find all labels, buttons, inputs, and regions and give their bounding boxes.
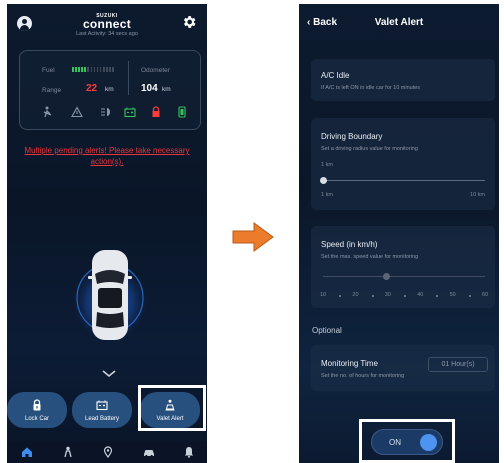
boundary-max-label: 10 km	[470, 192, 485, 198]
speed-tick-label: 40	[417, 292, 424, 298]
speed-tick-dot	[468, 295, 471, 297]
driving-boundary-title: Driving Boundary	[321, 132, 383, 141]
warning-triangle-icon	[71, 106, 83, 118]
car-illustration	[70, 250, 150, 340]
home-icon[interactable]	[21, 446, 33, 458]
lead-battery-button[interactable]: Lead Battery	[72, 392, 132, 428]
speed-tick-label: 10	[320, 292, 327, 298]
vehicle-status-card: Fuel Range 22 km Odometer 104 km	[19, 50, 201, 130]
ac-idle-card[interactable]: A/C Idle If A/C is left ON in idle car f…	[311, 59, 495, 101]
speed-tick-dot	[339, 295, 342, 297]
fuel-bar-segment	[99, 67, 102, 72]
speed-card: Speed (in km/h) Set the max. speed value…	[311, 226, 495, 308]
fuel-bar-segment	[90, 67, 93, 72]
fuel-bar-segment	[106, 67, 108, 72]
range-value: 22	[86, 83, 98, 94]
transition-arrow-icon	[232, 222, 274, 252]
speed-title: Speed (in km/h)	[321, 240, 378, 249]
fuel-pump-icon	[178, 106, 186, 118]
seatbelt-icon	[43, 106, 52, 118]
fuel-bar-segment	[96, 67, 99, 72]
fuel-bar-segment	[93, 67, 96, 72]
location-pin-icon[interactable]	[102, 446, 114, 458]
driving-boundary-card: Driving Boundary Set a driving radius va…	[311, 118, 495, 210]
valet-alert-screen: ‹ Back Valet Alert A/C Idle If A/C is le…	[299, 4, 499, 463]
valet-alert-highlight	[138, 385, 206, 431]
fuel-bar-segment	[72, 67, 74, 72]
headlight-icon	[101, 108, 110, 116]
page-title: Valet Alert	[374, 17, 424, 28]
monitoring-time-desc: Set the no. of hours for monitoring	[321, 373, 405, 379]
toggle-highlight	[359, 419, 455, 463]
speed-tick-label: 50	[449, 292, 456, 298]
fuel-bar-segment	[87, 67, 90, 72]
speed-slider-knob[interactable]	[383, 273, 390, 280]
battery-icon	[96, 400, 108, 411]
lock-car-button[interactable]: Lock Car	[7, 392, 67, 428]
speed-desc: Set the max. speed value for monitoring	[321, 254, 419, 260]
driving-boundary-desc: Set a driving radius value for monitorin…	[321, 146, 418, 152]
optional-section-label: Optional	[312, 326, 342, 335]
pending-alerts-message[interactable]: Multiple pending alerts! Please take nec…	[17, 145, 197, 167]
ac-idle-title: A/C Idle	[321, 71, 350, 80]
speed-tick-dot	[436, 295, 439, 297]
brand-logo: connect	[82, 17, 132, 31]
fuel-bar-segment	[78, 67, 80, 72]
boundary-current-value: 1 km	[321, 162, 333, 168]
fuel-bar-segment	[81, 67, 83, 72]
fuel-label: Fuel	[42, 67, 55, 74]
odometer-unit: km	[162, 86, 171, 93]
boundary-slider-track[interactable]	[323, 180, 485, 181]
speed-tick-label: 20	[352, 292, 359, 298]
person-nav-icon[interactable]	[62, 446, 74, 458]
speed-slider-track[interactable]	[323, 276, 485, 277]
boundary-min-label: 1 km	[321, 192, 333, 198]
speed-tick-label: 60	[482, 292, 489, 298]
lock-car-label: Lock Car	[24, 416, 49, 422]
range-unit: km	[105, 86, 114, 93]
last-activity: Last Activity: 34 secs ago	[76, 31, 138, 37]
lead-battery-label: Lead Battery	[84, 416, 120, 422]
boundary-slider-knob[interactable]	[320, 177, 327, 184]
bell-icon[interactable]	[183, 446, 195, 458]
bottom-nav	[7, 441, 207, 463]
monitoring-hours-select[interactable]: 01 Hour(s)	[428, 357, 488, 372]
fuel-bar-segment	[84, 67, 86, 72]
speed-tick-dot	[404, 295, 406, 297]
speed-tick-dot	[371, 295, 374, 297]
fuel-bar-segment	[75, 67, 77, 72]
ac-idle-desc: If A/C is left ON in idle car for 10 min…	[321, 85, 421, 91]
speed-tick-label: 30	[384, 292, 391, 298]
fuel-gauge	[72, 67, 114, 72]
odometer-label: Odometer	[141, 67, 170, 74]
divider	[128, 61, 129, 95]
car-service-icon[interactable]	[143, 446, 155, 458]
fuel-bar-segment	[112, 67, 114, 72]
door-lock-icon	[152, 106, 160, 117]
lock-icon	[33, 399, 41, 411]
fuel-bar-segment	[102, 67, 105, 72]
odometer-value: 104	[141, 83, 158, 94]
monitoring-time-title: Monitoring Time	[321, 359, 378, 368]
gear-icon[interactable]	[181, 14, 197, 30]
fuel-bar-segment	[109, 67, 111, 72]
chevron-down-icon[interactable]	[102, 370, 116, 378]
range-label: Range	[42, 87, 62, 94]
battery-icon	[124, 107, 136, 118]
dashboard-screen: SUZUKI connect Last Activity: 34 secs ag…	[7, 4, 207, 463]
